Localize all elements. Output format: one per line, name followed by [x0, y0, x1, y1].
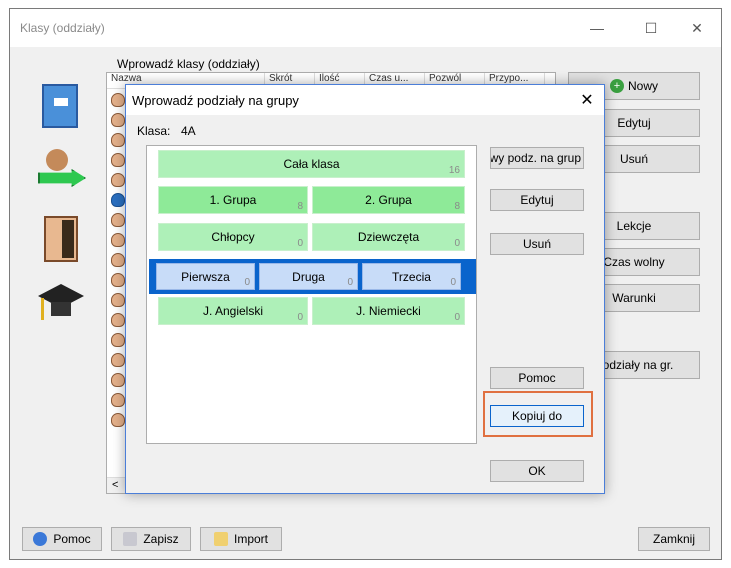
group-label: Pierwsza: [181, 269, 230, 284]
title-bar: Klasy (oddziały) — ☐ ✕: [10, 9, 721, 47]
class-value: 4A: [181, 124, 196, 138]
new-division-button[interactable]: Nowy podz. na grup: [490, 147, 584, 169]
class-row-icon[interactable]: [111, 333, 125, 347]
arrow-shape: [38, 169, 86, 187]
save-label: Zapisz: [143, 532, 179, 546]
dialog-title-bar: Wprowadź podziały na grupy ✕: [126, 85, 604, 115]
import-button[interactable]: Import: [200, 527, 282, 551]
dialog-title: Wprowadź podziały na grupy: [132, 93, 299, 108]
student-head-shape: [46, 149, 68, 171]
class-row-icon[interactable]: [111, 313, 125, 327]
group-first[interactable]: Pierwsza 0: [156, 263, 255, 290]
copy-button-highlight: [483, 391, 593, 437]
save-button[interactable]: Zapisz: [111, 527, 191, 551]
group-count: 0: [297, 312, 303, 323]
dialog-close-button[interactable]: ✕: [576, 89, 598, 111]
group-german[interactable]: J. Niemiecki 0: [312, 297, 465, 325]
save-icon: [123, 532, 138, 546]
group-count: 8: [454, 201, 460, 212]
group-count: 8: [297, 201, 303, 212]
dialog-help-button[interactable]: Pomoc: [490, 367, 584, 389]
class-row-icon-selected[interactable]: [111, 193, 125, 207]
group-english[interactable]: J. Angielski 0: [158, 297, 308, 325]
group-count: 0: [450, 277, 456, 288]
group-count: 0: [297, 238, 303, 249]
door-opening-shape: [62, 220, 74, 258]
import-icon: [213, 532, 228, 546]
class-row-icon[interactable]: [111, 273, 125, 287]
delete-division-button[interactable]: Usuń: [490, 233, 584, 255]
maximize-button[interactable]: ☐: [628, 13, 674, 43]
students-icon[interactable]: [38, 149, 86, 197]
edit-division-button[interactable]: Edytuj: [490, 189, 584, 211]
class-row-icon[interactable]: [111, 153, 125, 167]
group-count: 0: [454, 312, 460, 323]
group-third[interactable]: Trzecia 0: [362, 263, 461, 290]
close-button[interactable]: ✕: [674, 13, 720, 43]
group-label: Trzecia: [392, 269, 431, 284]
class-row-icon[interactable]: [111, 293, 125, 307]
class-row-icon[interactable]: [111, 93, 125, 107]
group-label: Druga: [292, 269, 325, 284]
class-row-icon[interactable]: [111, 133, 125, 147]
group-girls[interactable]: Dziewczęta 0: [312, 223, 465, 251]
group-label: Cała klasa: [283, 157, 340, 171]
group-label: 2. Grupa: [365, 193, 412, 207]
class-row-icon[interactable]: [111, 233, 125, 247]
door-icon[interactable]: [44, 216, 78, 262]
graduation-cap-icon[interactable]: [38, 284, 84, 326]
book-icon[interactable]: [42, 84, 78, 128]
cap-base-shape: [51, 302, 71, 316]
window-title: Klasy (oddziały): [20, 21, 105, 35]
class-label: Klasa:: [137, 124, 171, 138]
class-row-icon[interactable]: [111, 373, 125, 387]
ok-button[interactable]: OK: [490, 460, 584, 482]
book-label-shape: [54, 98, 68, 106]
new-class-label: Nowy: [627, 79, 658, 93]
group-2[interactable]: 2. Grupa 8: [312, 186, 465, 214]
group-label: 1. Grupa: [209, 193, 257, 207]
new-division-label: Nowy podz. na grup: [490, 151, 581, 165]
help-button[interactable]: Pomoc: [22, 527, 102, 551]
import-label: Import: [233, 532, 268, 546]
group-label: J. Niemiecki: [356, 304, 421, 318]
group-count: 16: [448, 165, 460, 176]
class-row-icon[interactable]: [111, 253, 125, 267]
class-row-icon[interactable]: [111, 113, 125, 127]
group-count: 0: [347, 277, 353, 288]
group-label: Chłopcy: [211, 230, 255, 244]
group-count: 0: [244, 277, 250, 288]
group-label: J. Angielski: [202, 304, 264, 318]
class-row-icon[interactable]: [111, 353, 125, 367]
selected-division-row[interactable]: Pierwsza 0 Druga 0 Trzecia 0: [149, 259, 476, 294]
class-row-icon[interactable]: [111, 413, 125, 427]
group-1[interactable]: 1. Grupa 8: [158, 186, 308, 214]
close-window-button[interactable]: Zamknij: [638, 527, 710, 551]
tassel-shape: [41, 298, 44, 320]
group-label: Dziewczęta: [357, 230, 420, 244]
group-whole-class[interactable]: Cała klasa 16: [158, 150, 465, 178]
scroll-left-arrow[interactable]: <: [112, 479, 118, 491]
help-label: Pomoc: [53, 532, 91, 546]
minimize-button[interactable]: —: [574, 13, 620, 43]
groups-panel[interactable]: Cała klasa 16 1. Grupa 8 2. Grupa 8 Chło…: [146, 145, 477, 444]
help-icon: [33, 532, 48, 546]
class-row-icon[interactable]: [111, 393, 125, 407]
group-boys[interactable]: Chłopcy 0: [158, 223, 308, 251]
section-label: Wprowadź klasy (oddziały): [117, 57, 260, 71]
plus-icon: +: [609, 79, 624, 93]
group-count: 0: [454, 238, 460, 249]
class-row-icon[interactable]: [111, 173, 125, 187]
class-row-icon[interactable]: [111, 213, 125, 227]
group-second[interactable]: Druga 0: [259, 263, 358, 290]
